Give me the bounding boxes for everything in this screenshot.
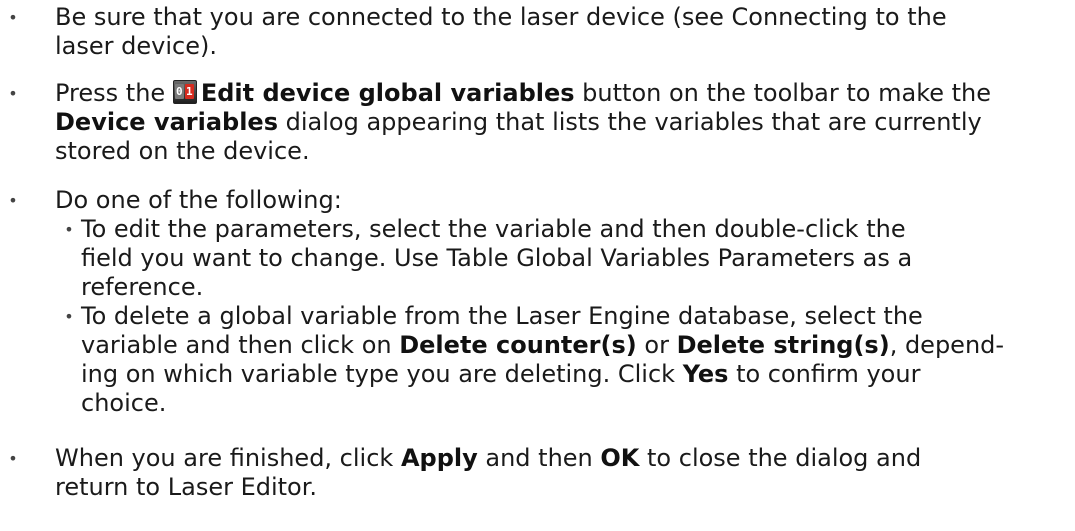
edit-device-global-variables-label: Edit device global variables [200, 79, 575, 107]
sub2-line3: ing on which variable type you are delet… [81, 360, 1071, 389]
list-item: • Do one of the following: [0, 186, 1075, 215]
step2-text: button on the toolbar to make the [574, 79, 992, 107]
sub1-line2: field you want to change. Use Table Glob… [81, 244, 913, 272]
bullet-glyph: • [8, 449, 18, 468]
delete-counters-label: Delete counter(s) [399, 331, 637, 359]
bullet-glyph: • [8, 191, 18, 210]
sub2-text: to confirm your [728, 360, 921, 388]
sub-list-item: • To edit the parameters, select the var… [0, 215, 1075, 302]
icon-zero-digit: 0 [174, 84, 184, 99]
sub-bullet-glyph: • [64, 307, 74, 326]
sub-bullet-glyph: • [64, 220, 74, 239]
instruction-list: • Be sure that you are connected to the … [0, 0, 1075, 531]
ok-label: OK [600, 444, 640, 472]
list-item: • Press the 0 1 Edit device global variabl… [0, 79, 1075, 166]
step4-line2: return to Laser Editor. [55, 473, 318, 501]
step2-text: Press the [55, 79, 173, 107]
icon-one-digit: 1 [184, 84, 194, 99]
delete-strings-label: Delete string(s) [676, 331, 890, 359]
sub2-line4: choice. [81, 389, 167, 417]
step2-line3: stored on the device. [55, 137, 310, 165]
bullet-glyph: • [8, 8, 18, 27]
sub2-text: , depend- [889, 331, 1005, 359]
apply-label: Apply [400, 444, 478, 472]
sub-list-item: • To delete a global variable from the L… [0, 302, 1075, 418]
sub1-line1: To edit the parameters, select the varia… [81, 215, 906, 243]
step4-text: and then [477, 444, 601, 472]
sub2-text: variable and then click on [81, 331, 400, 359]
list-item: • Be sure that you are connected to the … [0, 3, 1075, 61]
step2-line2: Device variables dialog appearing that l… [55, 108, 1070, 137]
sub2-text: ing on which variable type you are delet… [81, 360, 683, 388]
sub1-line3: reference. [81, 273, 204, 301]
edit-device-global-variables-icon: 01 [172, 80, 197, 104]
step4-text: to close the dialog and [639, 444, 922, 472]
sub2-line2: variable and then click on Delete counte… [81, 331, 1071, 360]
step3-text: Do one of the following: [55, 186, 342, 214]
step2-line1: Press the 0 1 Edit device global variables… [55, 79, 1070, 108]
step4-line1: When you are finished, click Apply and t… [55, 444, 1070, 473]
step1-line2: laser device). [55, 32, 217, 60]
sub2-line1: To delete a global variable from the Las… [81, 302, 923, 330]
step4-text: When you are finished, click [55, 444, 401, 472]
step1-line1: Be sure that you are connected to the la… [55, 3, 947, 31]
sub2-text: or [636, 331, 677, 359]
device-variables-label: Device variables [55, 108, 278, 136]
yes-label: Yes [682, 360, 729, 388]
step2-text: dialog appearing that lists the variable… [278, 108, 982, 136]
bullet-glyph: • [8, 84, 18, 103]
list-item: • When you are finished, click Apply and… [0, 444, 1075, 502]
